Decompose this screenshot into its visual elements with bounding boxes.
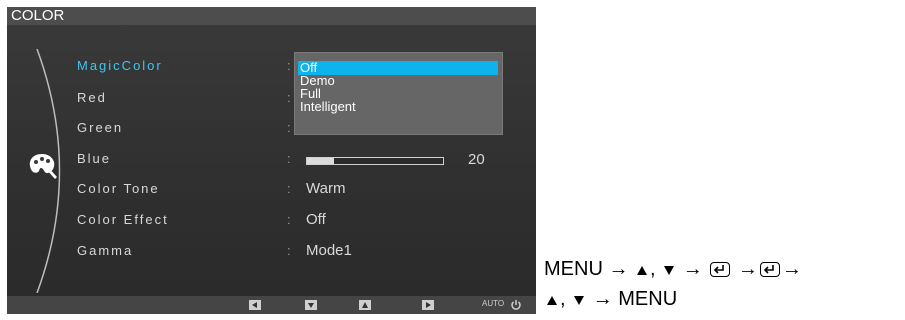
up-triangle-icon bbox=[547, 295, 557, 305]
menu-item-color-tone[interactable]: Color Tone bbox=[77, 181, 160, 196]
osd-menu: COLOR MagicColor Red Green Blue Color To… bbox=[7, 7, 536, 314]
right-arrow-button[interactable] bbox=[422, 300, 434, 310]
dropdown-option-demo[interactable]: Demo bbox=[298, 74, 498, 88]
enter-key-icon bbox=[710, 262, 731, 278]
menu-item-green[interactable]: Green bbox=[77, 120, 123, 135]
separator-colon: : bbox=[287, 181, 291, 196]
left-arrow-button[interactable] bbox=[249, 300, 261, 310]
power-icon[interactable] bbox=[509, 298, 523, 312]
blue-level-fill bbox=[307, 158, 335, 164]
separator-colon: : bbox=[287, 151, 291, 166]
up-arrow-icon bbox=[362, 302, 368, 308]
menu-item-color-effect[interactable]: Color Effect bbox=[77, 212, 169, 227]
enter-key-icon bbox=[759, 262, 780, 278]
left-arrow-icon bbox=[252, 302, 257, 308]
menu-item-gamma[interactable]: Gamma bbox=[77, 243, 133, 258]
instructions-menu-text: MENU → bbox=[544, 258, 629, 280]
menu-item-blue[interactable]: Blue bbox=[77, 151, 111, 166]
separator-colon: : bbox=[287, 120, 291, 135]
instructions-line-1: MENU → , → → → bbox=[544, 254, 802, 284]
instructions-arrow: → bbox=[682, 258, 703, 280]
blue-value: 20 bbox=[468, 151, 485, 168]
instructions-line-2: , → MENU bbox=[544, 284, 802, 314]
separator-colon: : bbox=[287, 243, 291, 258]
instructions-comma: , bbox=[560, 288, 566, 310]
osd-title: COLOR bbox=[7, 7, 536, 25]
right-arrow-icon bbox=[426, 302, 431, 308]
menu-item-red[interactable]: Red bbox=[77, 90, 107, 105]
auto-button[interactable]: AUTO bbox=[482, 299, 504, 308]
separator-colon: : bbox=[287, 58, 291, 73]
palette-icon bbox=[29, 154, 57, 179]
down-triangle-icon bbox=[664, 265, 675, 275]
navigation-instructions: MENU → , → → → , → MENU bbox=[544, 254, 802, 314]
down-arrow-icon bbox=[308, 303, 314, 308]
dropdown-option-intelligent[interactable]: Intelligent bbox=[298, 100, 498, 114]
instructions-arrow: → bbox=[737, 258, 758, 280]
up-arrow-button[interactable] bbox=[359, 300, 371, 310]
color-effect-value: Off bbox=[306, 211, 326, 228]
instructions-arrow-end: → bbox=[781, 258, 802, 280]
blue-level-bar[interactable] bbox=[306, 157, 444, 165]
separator-colon: : bbox=[287, 212, 291, 227]
down-arrow-button[interactable] bbox=[305, 300, 317, 310]
instructions-menu-end: → MENU bbox=[592, 288, 678, 310]
separator-colon: : bbox=[287, 90, 291, 105]
magiccolor-dropdown[interactable]: Off Demo Full Intelligent bbox=[294, 52, 503, 135]
down-triangle-icon bbox=[574, 295, 585, 305]
menu-item-magiccolor[interactable]: MagicColor bbox=[77, 58, 163, 73]
osd-button-bar: AUTO bbox=[7, 296, 536, 314]
instructions-comma: , bbox=[650, 258, 656, 280]
gamma-value: Mode1 bbox=[306, 242, 352, 259]
up-triangle-icon bbox=[637, 265, 648, 275]
color-tone-value: Warm bbox=[306, 180, 346, 197]
